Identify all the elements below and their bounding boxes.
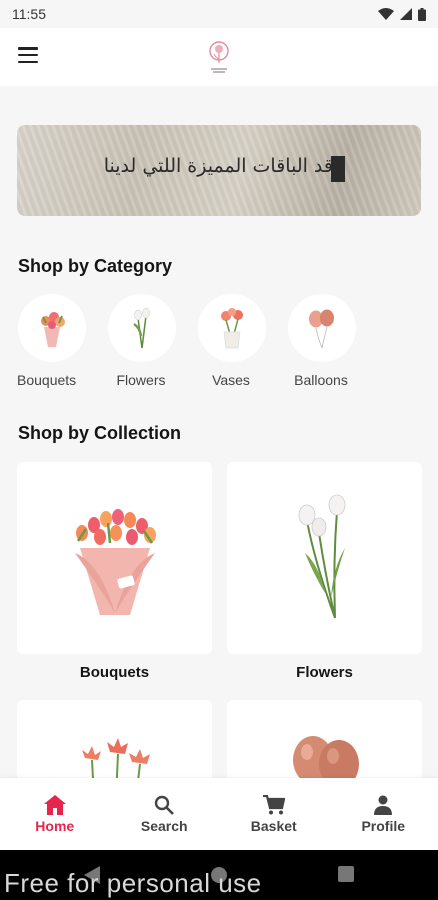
collection-label: Bouquets: [79, 664, 150, 681]
person-icon: [374, 795, 393, 815]
wifi-icon: [378, 8, 394, 20]
flower-stems-icon: [133, 307, 150, 349]
tulip-bouquet-icon: [74, 509, 156, 615]
banner-text: قد الباقات المميزة اللتي لدينا: [103, 155, 333, 177]
cart-icon: [262, 794, 285, 814]
battery-icon: [418, 7, 426, 21]
category-list: Bouquets Flowers Vases Balloons: [17, 294, 377, 388]
home-icon: [43, 794, 66, 815]
bouquet-icon: [41, 312, 65, 347]
category-item-balloons[interactable]: Balloons: [287, 294, 377, 388]
category-circle: [288, 294, 356, 362]
collection-image: [17, 700, 212, 778]
category-circle: [108, 294, 176, 362]
rose-gold-balloons-icon: [292, 736, 359, 778]
collection-label: Flowers: [296, 664, 353, 681]
status-time: 11:55: [12, 6, 46, 22]
text-cursor: [331, 156, 345, 182]
balloons-icon: [309, 309, 334, 349]
hamburger-menu-icon[interactable]: [18, 47, 38, 63]
signal-icon: [400, 8, 412, 20]
category-item-vases[interactable]: Vases: [197, 294, 287, 388]
bottom-navigation: Home Search Basket Profile: [0, 778, 438, 850]
category-item-flowers[interactable]: Flowers: [107, 294, 197, 388]
category-section-title: Shop by Category: [18, 256, 173, 276]
nav-search[interactable]: Search: [114, 795, 214, 834]
flower-logo-icon: [209, 41, 229, 73]
red-flowers-icon: [81, 738, 150, 778]
collection-card-balloons[interactable]: [227, 700, 422, 778]
category-circle: [18, 294, 86, 362]
category-label: Vases: [212, 372, 250, 388]
search-icon: [155, 795, 175, 815]
collection-card-bouquets[interactable]: Bouquets: [17, 462, 212, 681]
category-label: Bouquets: [17, 372, 77, 388]
nav-label: Search: [140, 817, 188, 834]
collection-image: [227, 700, 422, 778]
nav-label: Profile: [361, 817, 406, 834]
category-circle: [198, 294, 266, 362]
nav-basket[interactable]: Basket: [224, 794, 324, 834]
status-bar: 11:55: [0, 0, 438, 28]
watermark-text: Free for personal use: [4, 868, 262, 898]
collection-image: [227, 462, 422, 654]
app-logo: [205, 39, 233, 75]
nav-profile[interactable]: Profile: [333, 795, 433, 834]
collection-section-title: Shop by Collection: [18, 423, 182, 443]
category-label: Flowers: [116, 372, 166, 388]
recents-icon[interactable]: [338, 866, 354, 882]
collection-image: [17, 462, 212, 654]
collection-card-flowers[interactable]: Flowers: [227, 462, 422, 681]
nav-label: Basket: [250, 817, 297, 834]
white-tulips-icon: [298, 494, 345, 619]
collection-card-arrangements[interactable]: [17, 700, 212, 778]
nav-home[interactable]: Home: [5, 794, 105, 834]
nav-label: Home: [35, 817, 75, 834]
promo-banner[interactable]: قد الباقات المميزة اللتي لدينا: [17, 125, 421, 216]
home-content[interactable]: قد الباقات المميزة اللتي لدينا Shop by C…: [0, 86, 438, 778]
category-item-bouquets[interactable]: Bouquets: [17, 294, 107, 388]
vase-icon: [221, 308, 243, 349]
category-label: Balloons: [294, 372, 348, 388]
app-bar: [0, 28, 438, 86]
status-icons: [378, 7, 426, 21]
